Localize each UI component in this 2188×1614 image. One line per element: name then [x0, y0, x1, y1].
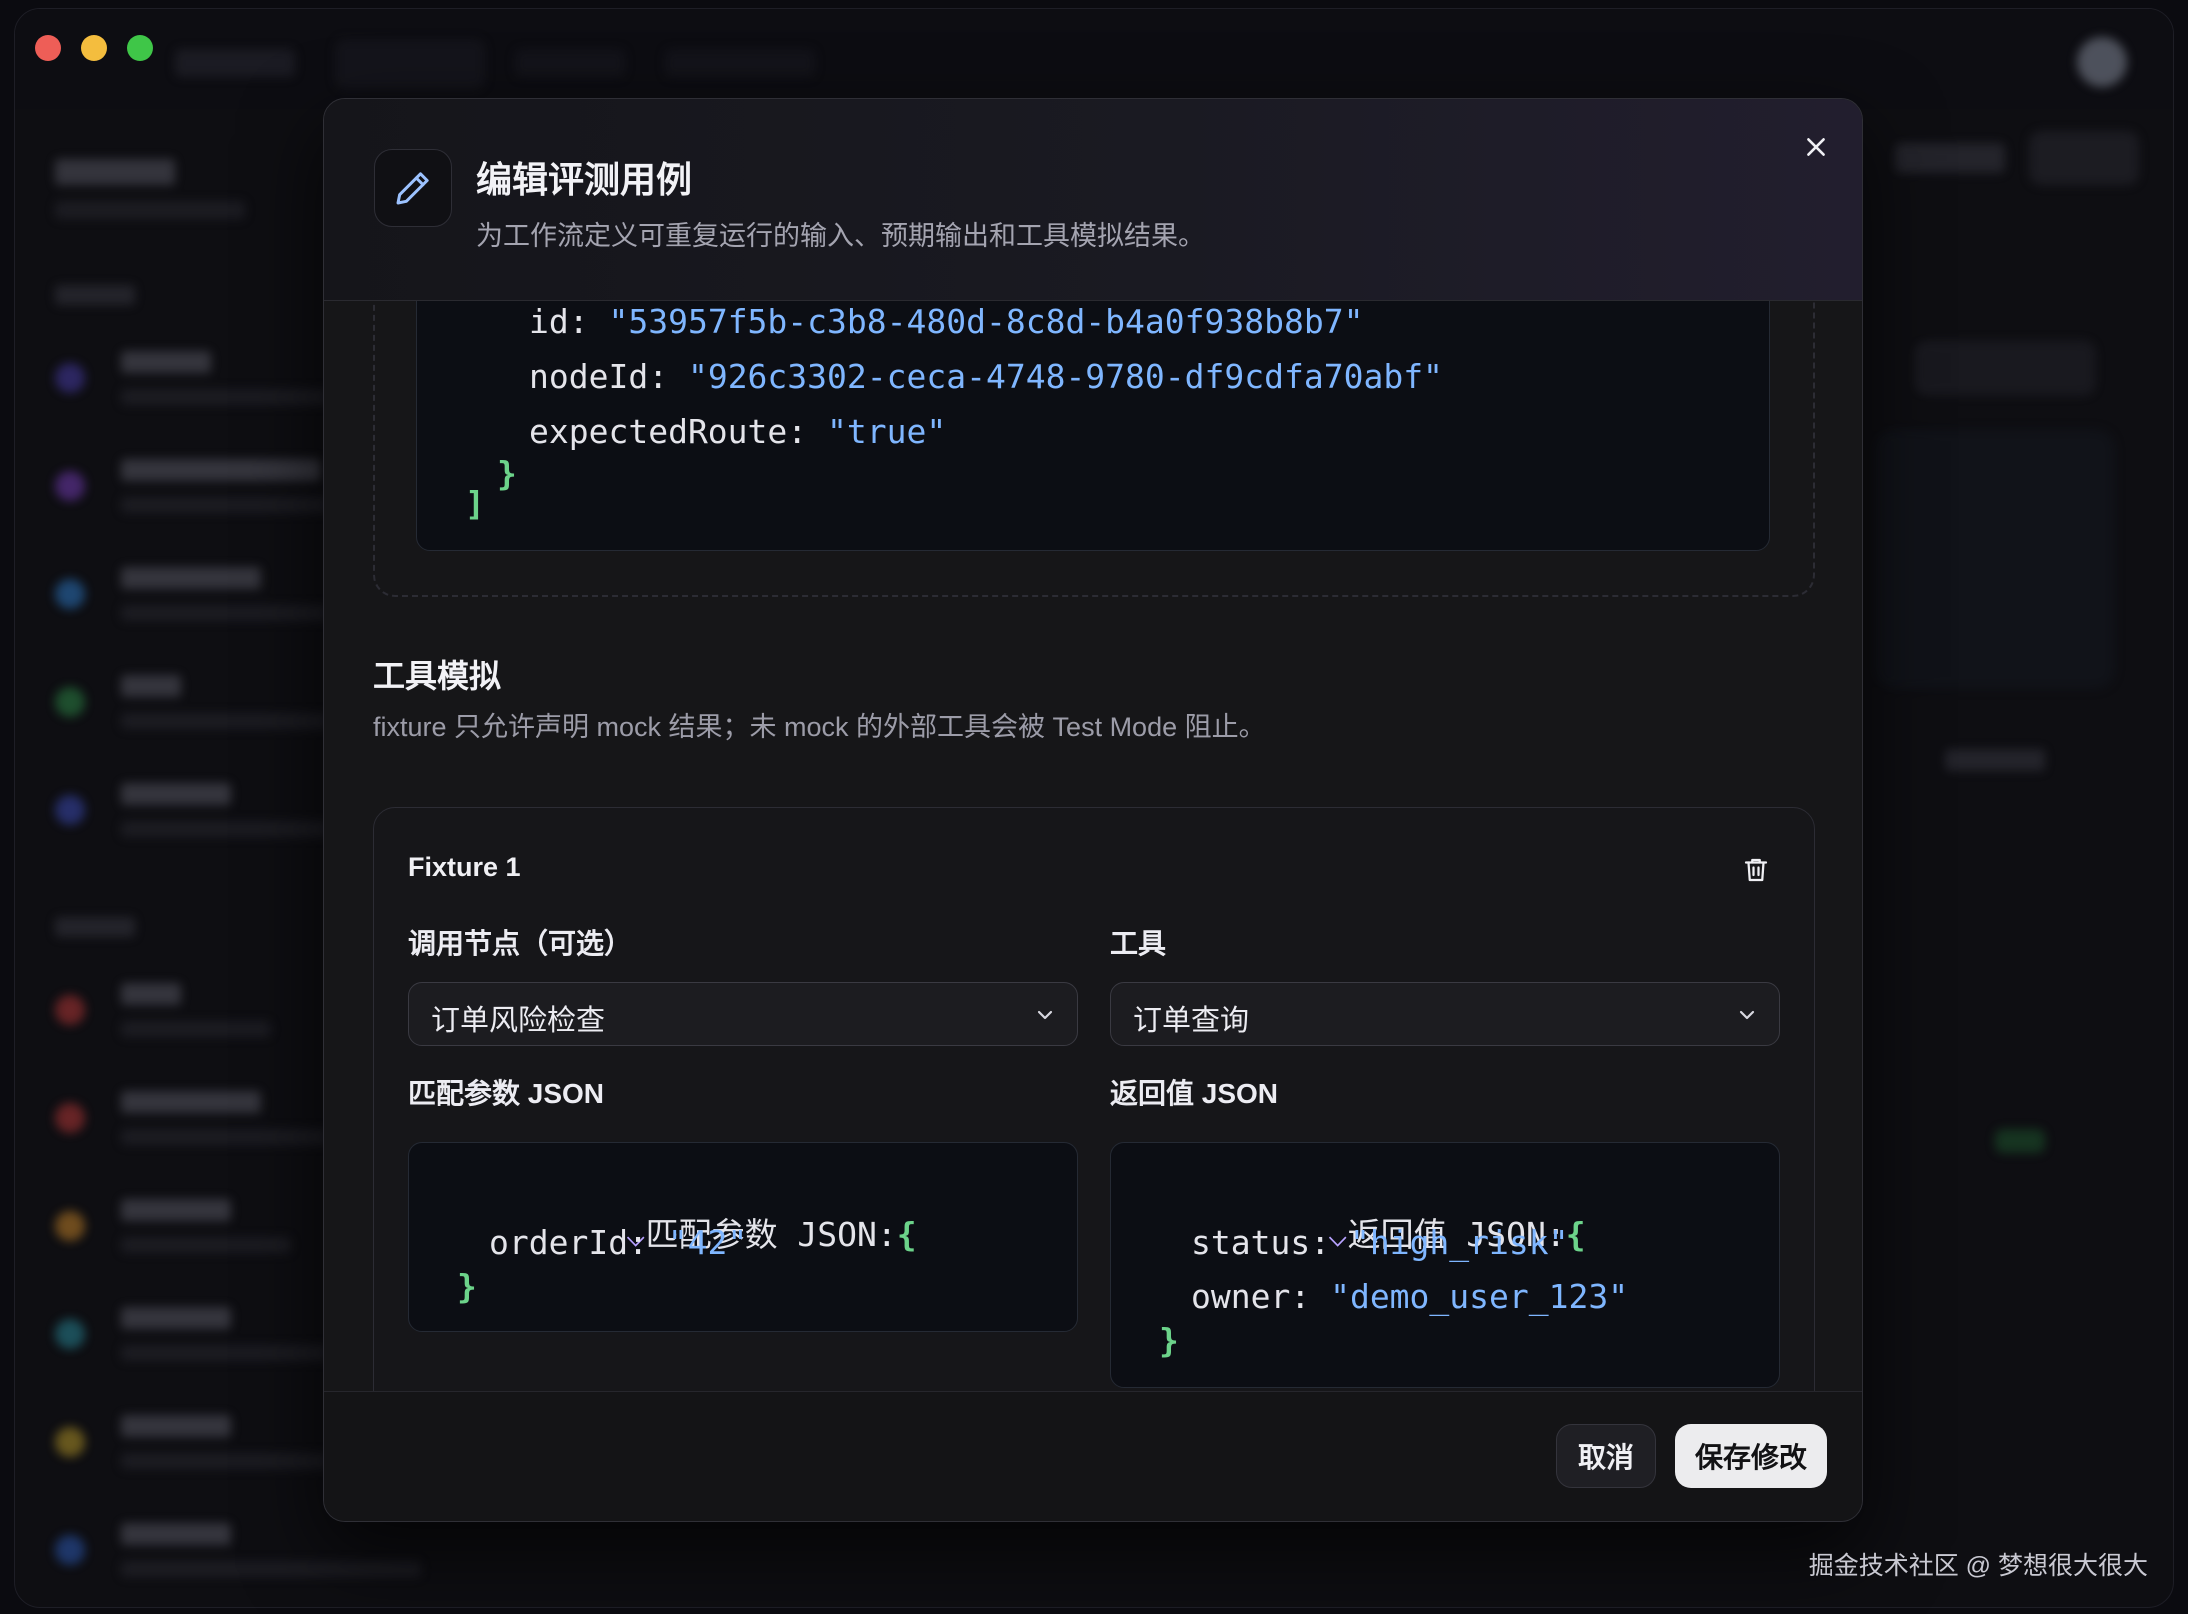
- code-brace: }: [1159, 1321, 1179, 1360]
- code-string: "demo_user_123": [1330, 1277, 1629, 1316]
- window-titlebar: [15, 9, 2173, 109]
- sidebar-item[interactable]: [55, 1517, 421, 1597]
- watermark: 掘金技术社区 @ 梦想很大很大: [1808, 1552, 2148, 1580]
- code-key: expectedRoute:: [529, 412, 828, 451]
- code-string: "926c3302-ceca-4748-9780-df9cdfa70abf": [687, 357, 1443, 396]
- window-minimize-button[interactable]: [81, 35, 107, 61]
- sidebar-item[interactable]: [55, 345, 335, 425]
- tool-select-value: 订单查询: [1133, 1005, 1250, 1037]
- fixture-card: Fixture 1 调用节点（可选） 订单风险检查 工具 订单查询 匹配参数 J…: [373, 807, 1815, 1391]
- code-brace: }: [497, 454, 517, 493]
- bg-tab[interactable]: [515, 49, 625, 77]
- dialog-subtitle: 为工作流定义可重复运行的输入、预期输出和工具模拟结果。: [476, 221, 1205, 251]
- code-brace: {: [896, 1215, 917, 1254]
- sidebar-item[interactable]: [55, 453, 335, 533]
- code-key: nodeId:: [529, 357, 688, 396]
- node-field-label: 调用节点（可选）: [408, 928, 633, 959]
- routes-json-editor[interactable]: id: "53957f5b-c3b8-480d-8c8d-b4a0f938b8b…: [416, 301, 1770, 551]
- window-maximize-button[interactable]: [127, 35, 153, 61]
- pencil-icon: [374, 149, 452, 227]
- code-string: "true": [827, 412, 947, 451]
- tool-field-label: 工具: [1110, 928, 1167, 959]
- chevron-down-icon: [1739, 1010, 1755, 1020]
- return-value-label: 返回值 JSON: [1110, 1078, 1279, 1109]
- section-title: 工具模拟: [373, 658, 502, 694]
- dialog-body[interactable]: id: "53957f5b-c3b8-480d-8c8d-b4a0f938b8b…: [324, 301, 1862, 1391]
- close-button[interactable]: [1792, 123, 1840, 171]
- code-key: owner:: [1191, 1277, 1331, 1316]
- dialog-header: 编辑评测用例 为工作流定义可重复运行的输入、预期输出和工具模拟结果。: [324, 99, 1862, 301]
- trash-icon: [1744, 858, 1768, 882]
- edit-test-case-dialog: 编辑评测用例 为工作流定义可重复运行的输入、预期输出和工具模拟结果。 id: "…: [323, 98, 1863, 1522]
- sidebar-section-heading: [55, 285, 135, 305]
- bg-tab-active[interactable]: [335, 39, 485, 89]
- sidebar-item[interactable]: [55, 1193, 335, 1273]
- window-close-button[interactable]: [35, 35, 61, 61]
- bg-app-name: [175, 49, 295, 77]
- code-string: "high_risk": [1349, 1223, 1569, 1262]
- sidebar-item[interactable]: [55, 1085, 335, 1165]
- background-content: [1875, 109, 2173, 1607]
- section-description: fixture 只允许声明 mock 结果；未 mock 的外部工具会被 Tes…: [373, 712, 1266, 742]
- close-icon: [1807, 138, 1825, 156]
- avatar[interactable]: [2077, 37, 2127, 87]
- sidebar-item[interactable]: [55, 561, 335, 641]
- code-string: "42": [667, 1223, 748, 1262]
- cancel-button[interactable]: 取消: [1556, 1424, 1656, 1488]
- code-bracket: ]: [465, 484, 485, 523]
- dialog-footer: 取消 保存修改: [324, 1391, 1862, 1521]
- sidebar-title: [55, 159, 175, 185]
- code-key: id:: [529, 302, 609, 341]
- sidebar-section-heading: [55, 917, 135, 937]
- tool-select[interactable]: 订单查询: [1110, 982, 1780, 1046]
- background-sidebar: [15, 109, 421, 1607]
- sidebar-item[interactable]: [55, 1409, 335, 1489]
- match-params-json-editor[interactable]: ⌵匹配参数 JSON:{ orderId: "42" }: [408, 1142, 1078, 1332]
- node-select-value: 订单风险检查: [431, 1005, 606, 1037]
- save-changes-button[interactable]: 保存修改: [1675, 1424, 1827, 1488]
- sidebar-item[interactable]: [55, 777, 335, 857]
- chevron-down-icon: [1037, 1010, 1053, 1020]
- match-params-label: 匹配参数 JSON: [408, 1078, 605, 1109]
- code-string: "53957f5b-c3b8-480d-8c8d-b4a0f938b8b7": [608, 302, 1364, 341]
- code-key: status:: [1191, 1223, 1350, 1262]
- code-brace: }: [457, 1267, 477, 1306]
- sidebar-subtitle: [55, 201, 245, 219]
- fixture-title: Fixture 1: [408, 852, 521, 882]
- return-value-json-editor[interactable]: ⌵返回值 JSON:{ status: "high_risk" owner: "…: [1110, 1142, 1780, 1388]
- sidebar-item[interactable]: [55, 1301, 335, 1381]
- code-key: orderId:: [489, 1223, 668, 1262]
- sidebar-item[interactable]: [55, 669, 335, 749]
- bg-tab[interactable]: [665, 49, 815, 77]
- sidebar-item[interactable]: [55, 977, 335, 1057]
- dialog-title: 编辑评测用例: [476, 159, 693, 200]
- delete-fixture-button[interactable]: [1734, 848, 1778, 892]
- node-select[interactable]: 订单风险检查: [408, 982, 1078, 1046]
